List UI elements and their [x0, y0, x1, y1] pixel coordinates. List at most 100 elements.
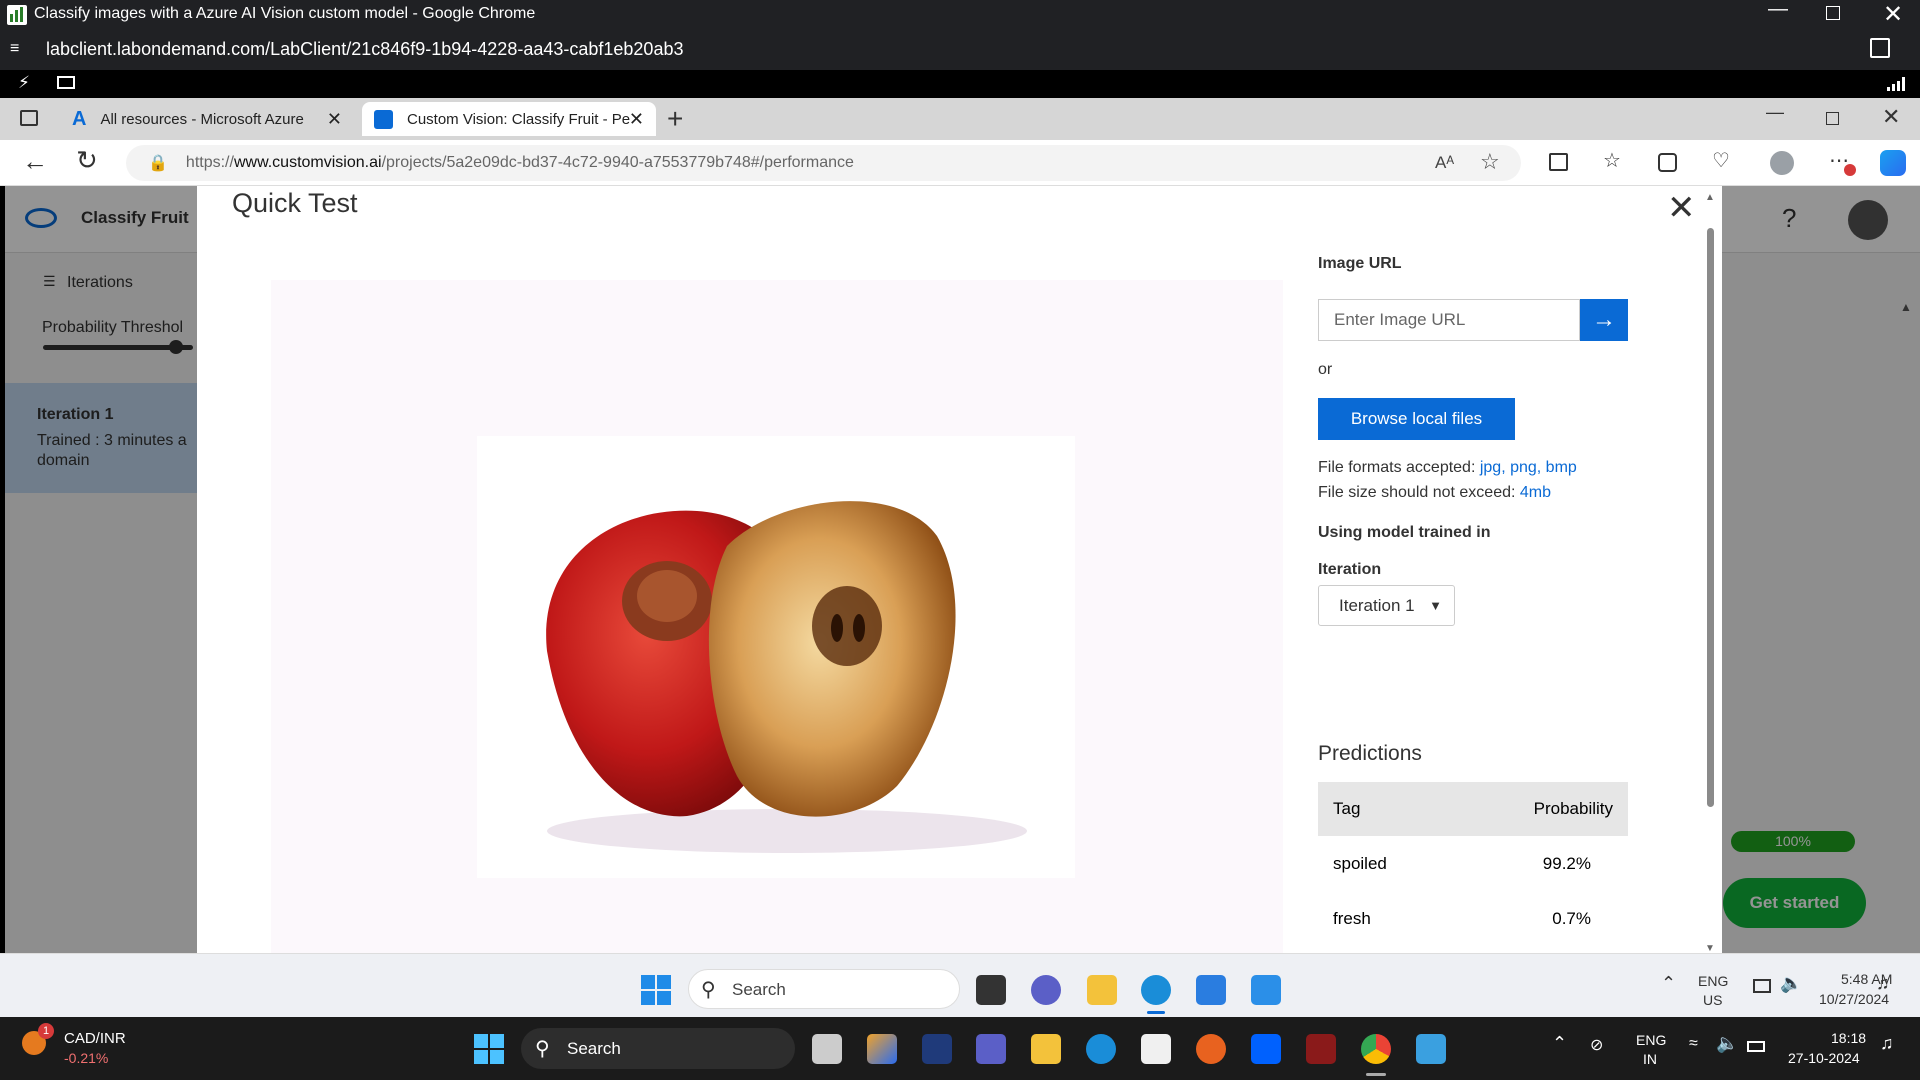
copilot-taskbar-icon[interactable]	[867, 1034, 897, 1064]
outer-teams-icon[interactable]	[976, 1034, 1006, 1064]
outer-search-label: Search	[567, 1039, 621, 1058]
iteration-select[interactable]: Iteration 1 ▼	[1318, 585, 1455, 626]
tab-azure-label: All resources - Microsoft Azure	[100, 110, 304, 128]
network-off-icon[interactable]: ⊘	[1590, 1035, 1603, 1055]
outer-url-text[interactable]: labclient.labondemand.com/LabClient/21c8…	[46, 39, 683, 60]
tab-custom-vision-label: Custom Vision: Classify Fruit - Pe	[407, 110, 631, 128]
outer-windows-start-icon[interactable]	[474, 1034, 504, 1069]
restore-icon[interactable]	[1826, 6, 1840, 20]
close-window-icon[interactable]: ✕	[1883, 0, 1903, 29]
inner-lang[interactable]: ENG	[1698, 973, 1728, 989]
favorite-star-icon[interactable]: ☆	[1480, 149, 1500, 175]
inner-search-label: Search	[732, 980, 786, 999]
tab-azure[interactable]: A All resources - Microsoft Azure ✕	[60, 102, 356, 136]
tab-custom-vision[interactable]: Custom Vision: Classify Fruit - Pe ✕	[362, 102, 656, 136]
split-screen-icon[interactable]	[1549, 153, 1568, 171]
close-tab-icon[interactable]: ✕	[327, 109, 342, 130]
outer-lang[interactable]: ENG	[1636, 1032, 1666, 1048]
edge-icon[interactable]	[1141, 975, 1171, 1005]
chrome-app-icon	[7, 5, 27, 25]
outer-edge-icon[interactable]	[1086, 1034, 1116, 1064]
inner-region[interactable]: US	[1703, 992, 1722, 1008]
back-icon[interactable]: ←	[22, 146, 48, 177]
vscode-icon[interactable]	[1251, 975, 1281, 1005]
lock-icon: 🔒	[148, 155, 168, 172]
ticker-name[interactable]: CAD/INR	[64, 1030, 126, 1047]
notification-bell-icon[interactable]: ♫	[1876, 973, 1890, 994]
edge-minimize-icon[interactable]: —	[1766, 102, 1784, 123]
display-icon[interactable]	[1753, 979, 1771, 993]
outer-search-box[interactable]: ⚲ Search	[521, 1028, 795, 1069]
copilot-icon[interactable]	[1880, 150, 1906, 176]
chevron-down-icon: ▼	[1429, 598, 1442, 613]
outer-window-title: Classify images with a Azure AI Vision c…	[34, 5, 536, 22]
dialog-title: Quick Test	[232, 188, 358, 218]
edge-tab-strip: A All resources - Microsoft Azure ✕ Cust…	[0, 98, 1920, 140]
formats-list: jpg, png, bmp	[1479, 459, 1577, 476]
outer-tray-chevron-icon[interactable]: ⌃	[1552, 1033, 1567, 1054]
favorites-icon[interactable]: ☆	[1603, 148, 1621, 173]
outer-time[interactable]: 18:18	[1831, 1030, 1866, 1046]
browse-local-files-button[interactable]: Browse local files	[1318, 398, 1515, 440]
formats-prefix: File formats accepted:	[1318, 459, 1480, 476]
ticker-badge: 1	[38, 1023, 54, 1039]
or-label: or	[1318, 361, 1333, 378]
store-icon[interactable]	[1196, 975, 1226, 1005]
submit-url-button[interactable]: →	[1580, 299, 1628, 341]
inner-search-box[interactable]: ⚲ Search	[688, 969, 960, 1009]
address-path: /projects/5a2e09dc-bd37-4c72-9940-a75537…	[381, 154, 854, 171]
notepad-icon[interactable]	[1416, 1034, 1446, 1064]
teams-icon[interactable]	[1031, 975, 1061, 1005]
predictions-table: Tag Probability spoiled 99.2% fresh 0.7%	[1318, 782, 1628, 946]
new-tab-icon[interactable]: +	[667, 103, 683, 135]
lightning-icon[interactable]: ⚡	[18, 73, 30, 93]
chrome-icon[interactable]	[1361, 1034, 1391, 1064]
outer-region[interactable]: IN	[1643, 1051, 1657, 1067]
game-app-icon[interactable]	[1306, 1034, 1336, 1064]
dropbox-icon[interactable]	[1251, 1034, 1281, 1064]
windows-start-icon[interactable]	[641, 975, 671, 1005]
monitor-icon[interactable]	[57, 76, 75, 89]
edge-address-bar: ← ↻ 🔒 https://www.customvision.ai/projec…	[0, 140, 1920, 186]
tab-actions-icon[interactable]	[20, 110, 38, 126]
volume-icon[interactable]: 🔈	[1780, 973, 1802, 994]
image-preview-area	[271, 280, 1283, 953]
size-limit: 4mb	[1519, 484, 1552, 501]
file-explorer-icon[interactable]	[1087, 975, 1117, 1005]
task-view-icon[interactable]	[976, 975, 1006, 1005]
iteration-label: Iteration	[1318, 561, 1382, 578]
prediction-tag: spoiled	[1333, 853, 1387, 873]
read-aloud-icon[interactable]: Aᴬ	[1435, 153, 1454, 173]
scroll-thumb[interactable]	[1707, 228, 1714, 807]
close-tab-icon[interactable]: ✕	[629, 109, 644, 130]
outer-store-icon[interactable]	[1141, 1034, 1171, 1064]
edge-restore-icon[interactable]	[1826, 112, 1839, 125]
minimize-icon[interactable]: —	[1768, 0, 1788, 21]
battery-icon[interactable]	[1747, 1041, 1765, 1052]
address-field[interactable]: 🔒 https://www.customvision.ai/projects/5…	[126, 145, 1521, 181]
size-prefix: File size should not exceed:	[1318, 484, 1520, 501]
outer-notification-icon[interactable]: ♫	[1880, 1033, 1894, 1054]
browser-essentials-icon[interactable]: ♡	[1712, 148, 1730, 173]
scroll-up-icon[interactable]: ▲	[1705, 192, 1715, 203]
close-dialog-icon[interactable]: ✕	[1667, 188, 1696, 228]
dialog-scrollbar[interactable]: ▲ ▼	[1705, 192, 1717, 954]
screen-share-off-icon[interactable]	[1870, 38, 1890, 58]
tag-header: Tag	[1333, 799, 1361, 818]
firefox-icon[interactable]	[1196, 1034, 1226, 1064]
outer-file-explorer-icon[interactable]	[1031, 1034, 1061, 1064]
refresh-icon[interactable]: ↻	[76, 145, 98, 176]
spoiled-apple-image	[546, 501, 1027, 853]
collections-icon[interactable]	[1658, 153, 1677, 172]
outer-task-view-icon[interactable]	[812, 1034, 842, 1064]
tray-chevron-icon[interactable]: ⌃	[1661, 973, 1676, 994]
table-row: spoiled 99.2%	[1318, 836, 1628, 891]
outer-date[interactable]: 27-10-2024	[1788, 1050, 1860, 1066]
image-url-input[interactable]: Enter Image URL	[1318, 299, 1580, 341]
edge-close-icon[interactable]: ✕	[1882, 104, 1900, 130]
profile-avatar[interactable]	[1770, 151, 1794, 175]
outer-volume-icon[interactable]: 🔈	[1716, 1033, 1738, 1054]
site-info-icon[interactable]: ≡	[10, 40, 19, 58]
defender-icon[interactable]	[922, 1034, 952, 1064]
wifi-icon[interactable]: ≈	[1689, 1035, 1698, 1053]
